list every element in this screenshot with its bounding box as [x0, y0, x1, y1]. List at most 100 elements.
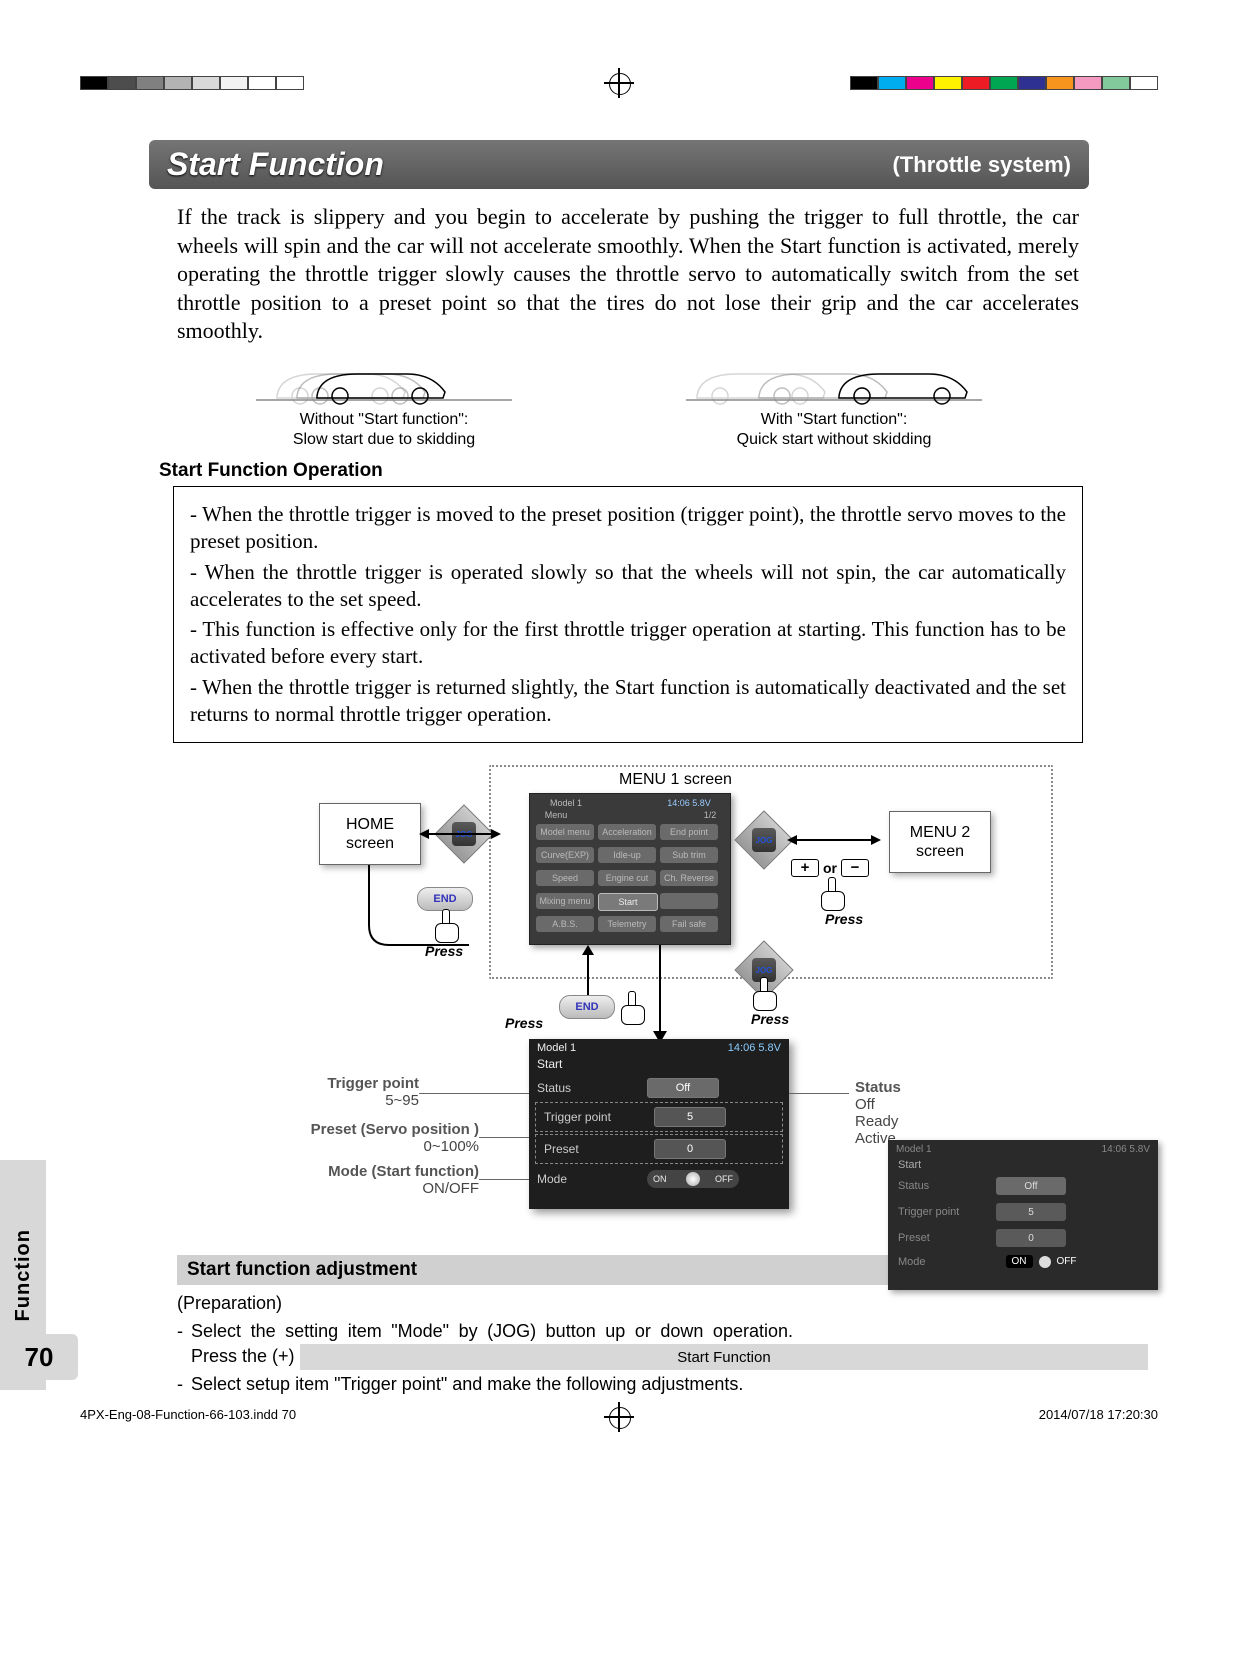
plus-button-icon: + [791, 859, 819, 877]
settings-mode-toggle: ON OFF [647, 1170, 739, 1188]
car-without-start: Without "Start function": Slow start due… [254, 356, 514, 450]
arrow-up-end2 [581, 945, 595, 995]
thumb-trigger-lbl: Trigger point [898, 1206, 988, 1218]
toggle-knob-icon [686, 1172, 700, 1186]
end-button-2: END [559, 995, 615, 1019]
menu1-item [660, 893, 718, 909]
page-number: 70 [0, 1334, 78, 1380]
leader-line-preset [479, 1137, 529, 1138]
car-smooth-icon [684, 356, 984, 406]
operation-heading: Start Function Operation [159, 460, 1089, 482]
car-comparison-row: Without "Start function": Slow start due… [169, 356, 1069, 450]
adjust-thumb-screen: Model 1 14:06 5.8V Start Status Off Trigg… [888, 1140, 1158, 1290]
leader-line-mode [479, 1179, 529, 1180]
start-settings-screen: Model 1 14:06 5.8V Start Status Off Trig… [529, 1039, 789, 1209]
car-caption-left-1: Without "Start function": [254, 410, 514, 430]
menu1-item: Engine cut [598, 870, 656, 886]
thumb-header-left: Model 1 [896, 1144, 932, 1155]
toggle-off-label: OFF [715, 1174, 733, 1184]
car-caption-right-1: With "Start function": [684, 410, 984, 430]
menu1-item: End point [660, 824, 718, 840]
menu1-item: Mixing menu [536, 893, 594, 909]
menu1-item: Model menu [536, 824, 594, 840]
thumb-mode-lbl: Mode [898, 1256, 988, 1268]
leader-mode: Mode (Start function) ON/OFF [239, 1163, 479, 1197]
menu1-label: MENU 1 screen [619, 771, 732, 789]
thumb-toggle-knob-icon [1039, 1256, 1051, 1268]
arrow-menu1-menu2 [789, 839, 879, 841]
arrow-home-end [349, 865, 489, 985]
plus-minus-or: or [823, 860, 837, 876]
car-skid-icon [254, 356, 514, 406]
leader-line-status [789, 1093, 849, 1094]
title-band: Start Function (Throttle system) [149, 140, 1089, 189]
intro-paragraph: If the track is slippery and you begin t… [177, 203, 1079, 346]
menu1-item: Idle-up [598, 847, 656, 863]
thumb-preset-val: 0 [996, 1229, 1066, 1247]
menu1-top-right: 14:06 5.8V [654, 798, 724, 808]
thumb-trigger-val: 5 [996, 1203, 1066, 1221]
hand-icon-end2 [619, 991, 645, 1025]
settings-title: Start [529, 1057, 789, 1074]
thumb-status-val: Off [996, 1177, 1066, 1195]
thumb-title: Start [888, 1159, 1158, 1173]
menu1-item: Start [598, 893, 658, 911]
settings-header-left: Model 1 [537, 1042, 576, 1054]
arrow-home-menu1 [421, 833, 499, 835]
thumb-status-lbl: Status [898, 1180, 988, 1192]
menu2-screen-box: MENU 2 screen [889, 811, 991, 873]
menu1-top-left: Model 1 [536, 798, 596, 808]
footer-title-band: Start Function [300, 1344, 1148, 1370]
thumb-header-right: 14:06 5.8V [1102, 1144, 1150, 1155]
menu1-sub: Menu [536, 810, 576, 820]
adjust-prep: (Preparation) [177, 1291, 1083, 1315]
menu1-screen: Model 1 14:06 5.8V Menu 1/2 Model menuAc… [529, 793, 731, 945]
settings-trigger-label: Trigger point [544, 1110, 644, 1124]
minus-button-icon: − [841, 859, 869, 877]
settings-header-right: 14:06 5.8V [728, 1042, 781, 1054]
leader-line-trigger [419, 1093, 529, 1094]
section-side-label: Function [12, 1229, 35, 1321]
plus-minus-group: + or − [791, 859, 869, 877]
menu1-item: Ch. Reverse [660, 870, 718, 886]
page-subtitle: (Throttle system) [893, 152, 1071, 178]
menu1-item: Telemetry [598, 916, 656, 932]
hand-icon-jog3 [751, 977, 777, 1011]
home-screen-box: HOME screen [319, 803, 421, 865]
print-file: 4PX-Eng-08-Function-66-103.indd 70 [80, 1407, 296, 1422]
settings-preset-value: 0 [654, 1139, 726, 1159]
press-label-plusminus: Press [825, 911, 863, 927]
press-label-jog3: Press [751, 1011, 789, 1027]
operation-box: - When the throttle trigger is moved to … [173, 486, 1083, 743]
menu1-item: Fail safe [660, 916, 718, 932]
leader-status: Status Off Ready Active [855, 1079, 901, 1147]
page-title: Start Function [167, 146, 384, 183]
registration-mark-bottom [604, 1402, 634, 1432]
thumb-mode-toggle: ON OFF [996, 1255, 1086, 1268]
leader-preset: Preset (Servo position ) 0~100% [229, 1121, 479, 1155]
toggle-on-label: ON [653, 1174, 667, 1184]
settings-mode-label: Mode [537, 1172, 637, 1186]
menu1-item: Speed [536, 870, 594, 886]
car-with-start: With "Start function": Quick start witho… [684, 356, 984, 450]
settings-status-value: Off [647, 1078, 719, 1098]
operation-bullet-2: - When the throttle trigger is operated … [190, 559, 1066, 613]
print-date: 2014/07/18 17:20:30 [1039, 1407, 1158, 1422]
operation-bullet-1: - When the throttle trigger is moved to … [190, 501, 1066, 555]
menu1-item: Curve(EXP) [536, 847, 594, 863]
settings-trigger-value: 5 [654, 1107, 726, 1127]
operation-bullet-3: - This function is effective only for th… [190, 616, 1066, 670]
arrow-down-to-settings [659, 945, 661, 1039]
settings-status-label: Status [537, 1081, 637, 1095]
menu1-item: Sub trim [660, 847, 718, 863]
press-label-end2: Press [505, 1015, 543, 1031]
leader-trigger: Trigger point 5~95 [259, 1075, 419, 1109]
settings-preset-label: Preset [544, 1142, 644, 1156]
operation-bullet-4: - When the throttle trigger is returned … [190, 674, 1066, 728]
car-caption-left-2: Slow start due to skidding [254, 430, 514, 450]
hand-icon-plusminus [819, 877, 845, 911]
menu1-item: Acceleration [598, 824, 656, 840]
menu1-item: A.B.S. [536, 916, 594, 932]
car-caption-right-2: Quick start without skidding [684, 430, 984, 450]
thumb-preset-lbl: Preset [898, 1232, 988, 1244]
